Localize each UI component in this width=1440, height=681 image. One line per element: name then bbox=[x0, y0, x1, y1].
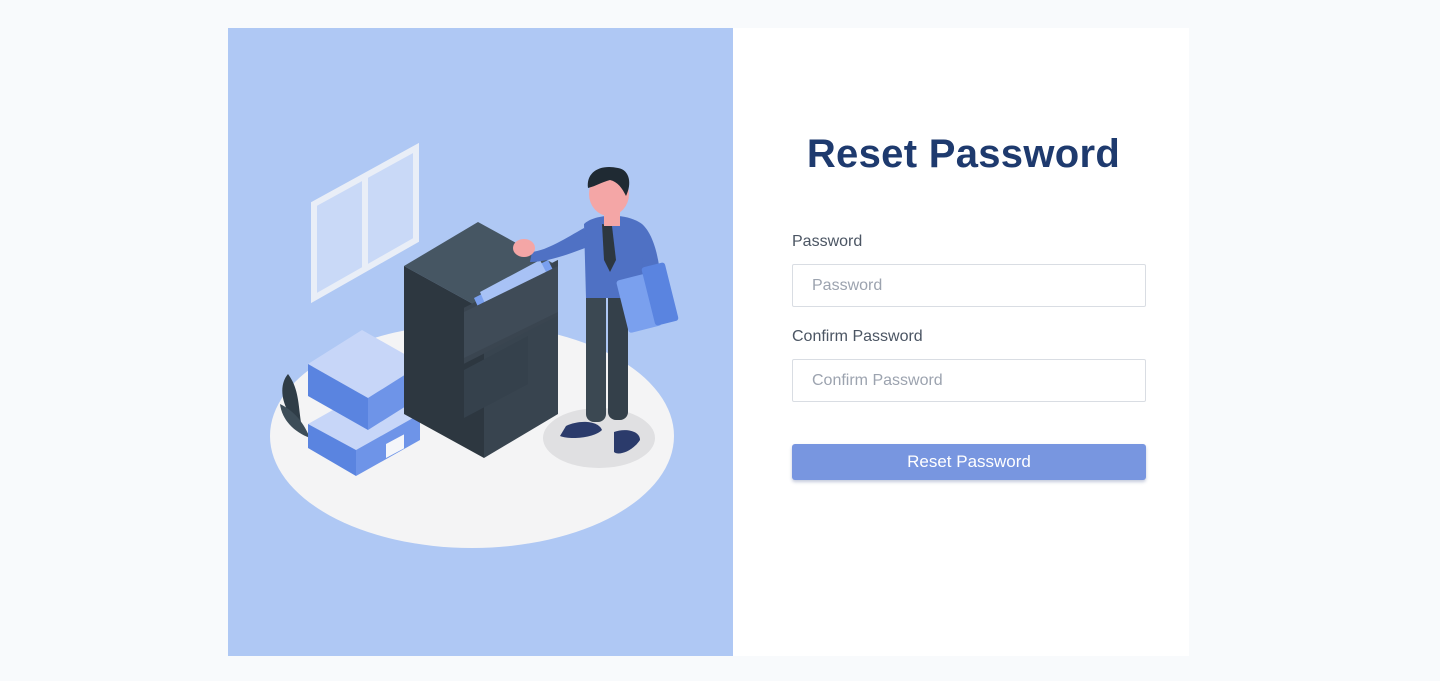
password-label: Password bbox=[792, 233, 863, 250]
reset-password-button[interactable]: Reset Password bbox=[792, 444, 1146, 480]
office-filing-cabinet-illustration-icon bbox=[270, 142, 679, 548]
page-title: Reset Password bbox=[806, 132, 1121, 176]
illustration-panel bbox=[228, 28, 733, 656]
form-panel: Reset Password Password Confirm Password… bbox=[733, 28, 1189, 656]
reset-password-card: Reset Password Password Confirm Password… bbox=[228, 28, 1189, 656]
window-icon bbox=[311, 142, 419, 304]
password-input[interactable] bbox=[792, 264, 1146, 307]
confirm-password-input[interactable] bbox=[792, 359, 1146, 402]
confirm-password-label: Confirm Password bbox=[792, 328, 923, 345]
